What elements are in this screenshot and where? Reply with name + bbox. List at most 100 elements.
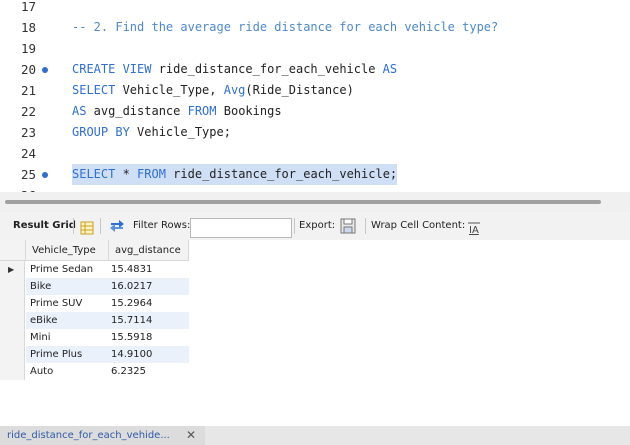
grid-corner-cell	[0, 240, 26, 261]
editor-line[interactable]: 24	[0, 143, 630, 164]
row-header[interactable]	[0, 312, 25, 329]
wrap-cell-content-label: Wrap Cell Content:	[371, 220, 466, 231]
cell-vehicle-type[interactable]: Bike	[26, 278, 109, 295]
code-text: SELECT Vehicle_Type, Avg(Ride_Distance)	[72, 80, 354, 101]
table-row[interactable]: Prime Plus 14.9100	[0, 346, 190, 363]
line-number: 18	[20, 20, 36, 35]
line-number: 26	[0, 185, 36, 192]
sql-editor[interactable]: 17 18 -- 2. Find the average ride distance…	[0, 0, 630, 192]
current-row-arrow-icon: ▶	[8, 265, 15, 274]
result-grid-label[interactable]: Result Grid	[13, 212, 76, 240]
wrap-text-icon[interactable]: IA	[467, 219, 481, 236]
row-header[interactable]	[0, 329, 25, 346]
result-tab[interactable]: ride_distance_for_each_vehide... ✕	[0, 426, 205, 445]
toolbar-separator	[294, 218, 295, 234]
editor-line[interactable]: 26	[0, 185, 630, 192]
code-text: GROUP BY Vehicle_Type;	[72, 122, 231, 143]
sql-keyword: CREATE VIEW	[72, 62, 152, 76]
filter-rows-label: Filter Rows:	[133, 220, 191, 231]
row-header[interactable]	[0, 363, 25, 380]
code-text: AS avg_distance FROM Bookings	[72, 101, 282, 122]
sql-token: avg_distance	[86, 104, 188, 118]
sql-token: ride_distance_for_each_vehicle;	[165, 167, 398, 181]
cell-avg-distance[interactable]: 15.5918	[109, 329, 189, 346]
code-text: SELECT * FROM ride_distance_for_each_veh…	[72, 164, 398, 185]
cell-vehicle-type[interactable]: Prime SUV	[26, 295, 109, 312]
column-header-avg-distance[interactable]: avg_distance	[109, 240, 189, 261]
line-number: 25	[20, 167, 36, 182]
editor-line[interactable]: 17	[0, 0, 630, 17]
export-label: Export:	[299, 220, 336, 231]
cell-avg-distance[interactable]: 15.2964	[109, 295, 189, 312]
line-number: 20	[20, 62, 36, 77]
editor-line[interactable]: 18 -- 2. Find the average ride distance f…	[0, 17, 630, 38]
cell-vehicle-type[interactable]: Prime Plus	[26, 346, 109, 363]
line-number: 19	[20, 41, 36, 56]
column-header-vehicle-type[interactable]: Vehicle_Type	[26, 240, 109, 261]
sql-keyword: Avg	[223, 83, 246, 97]
cell-avg-distance[interactable]: 15.7114	[109, 312, 189, 329]
result-toolbar: Result Grid Filter Rows: Export: Wrap Ce…	[0, 212, 630, 241]
row-header[interactable]	[0, 346, 25, 363]
cell-vehicle-type[interactable]: Auto	[26, 363, 109, 380]
cell-vehicle-type[interactable]: eBike	[26, 312, 109, 329]
cell-avg-distance[interactable]: 6.2325	[109, 363, 189, 380]
editor-line[interactable]: 25 SELECT * FROM ride_distance_for_each_v…	[0, 164, 630, 185]
sql-keyword: SELECT	[72, 83, 116, 97]
sql-keyword: SELECT	[72, 167, 116, 181]
result-grid[interactable]: Vehicle_Type avg_distance ▶ Prime Sedan 15…	[0, 240, 630, 426]
table-row[interactable]: ▶ Prime Sedan 15.4831	[0, 261, 190, 278]
cell-avg-distance[interactable]: 15.4831	[109, 261, 189, 278]
sql-keyword: FROM	[187, 104, 217, 118]
table-row[interactable]: Auto 6.2325	[0, 363, 190, 380]
code-text: CREATE VIEW ride_distance_for_each_vehic…	[72, 59, 397, 80]
export-icon[interactable]	[340, 218, 358, 234]
editor-horizontal-scrollbar[interactable]	[5, 200, 601, 204]
row-header[interactable]: ▶	[0, 261, 25, 278]
cell-vehicle-type[interactable]: Prime Sedan	[26, 261, 109, 278]
editor-line[interactable]: 20 CREATE VIEW ride_distance_for_each_veh…	[0, 59, 630, 80]
code-text: -- 2. Find the average ride distance for…	[72, 17, 498, 38]
sql-keyword: AS	[382, 62, 398, 76]
table-row[interactable]: Prime SUV 15.2964	[0, 295, 190, 312]
editor-results-splitter[interactable]	[0, 192, 630, 212]
line-number: 22	[20, 104, 36, 119]
sql-token: Vehicle_Type,	[115, 83, 224, 97]
table-row[interactable]: Bike 16.0217	[0, 278, 190, 295]
toolbar-separator	[365, 218, 366, 234]
sql-keyword: AS	[72, 104, 87, 118]
row-header[interactable]	[0, 295, 25, 312]
editor-line[interactable]: 21 SELECT Vehicle_Type, Avg(Ride_Distance…	[0, 80, 630, 101]
svg-text:IA: IA	[469, 225, 479, 235]
result-tab-label: ride_distance_for_each_vehide...	[7, 430, 170, 441]
sql-token: Bookings	[216, 104, 282, 118]
filter-rows-input[interactable]	[190, 218, 292, 238]
statement-marker-icon	[42, 67, 48, 73]
grid-view-icon[interactable]	[80, 219, 94, 235]
editor-line[interactable]: 19	[0, 38, 630, 59]
cell-vehicle-type[interactable]: Mini	[26, 329, 109, 346]
row-header[interactable]	[0, 278, 25, 295]
line-number: 21	[20, 83, 36, 98]
sql-token: (Ride_Distance)	[245, 83, 354, 97]
result-tab-bar: ride_distance_for_each_vehide... ✕	[0, 426, 630, 445]
sql-keyword: GROUP BY	[72, 125, 130, 139]
refresh-arrows-icon[interactable]	[108, 218, 126, 234]
statement-marker-icon	[42, 172, 48, 178]
cell-avg-distance[interactable]: 16.0217	[109, 278, 189, 295]
line-number: 17	[20, 0, 36, 14]
line-number: 23	[20, 125, 36, 140]
table-row[interactable]: eBike 15.7114	[0, 312, 190, 329]
toolbar-separator	[100, 218, 101, 234]
toolbar-separator	[73, 218, 74, 234]
sql-comment: -- 2. Find the average ride distance for…	[72, 20, 499, 34]
cell-avg-distance[interactable]: 14.9100	[109, 346, 189, 363]
sql-keyword: FROM	[137, 167, 166, 181]
sql-token: ride_distance_for_each_vehicle	[151, 62, 383, 76]
close-icon[interactable]: ✕	[186, 426, 196, 445]
table-row[interactable]: Mini 15.5918	[0, 329, 190, 346]
editor-line[interactable]: 23 GROUP BY Vehicle_Type;	[0, 122, 630, 143]
editor-line[interactable]: 22 AS avg_distance FROM Bookings	[0, 101, 630, 122]
sql-token: *	[115, 167, 138, 181]
line-number: 24	[20, 146, 36, 161]
